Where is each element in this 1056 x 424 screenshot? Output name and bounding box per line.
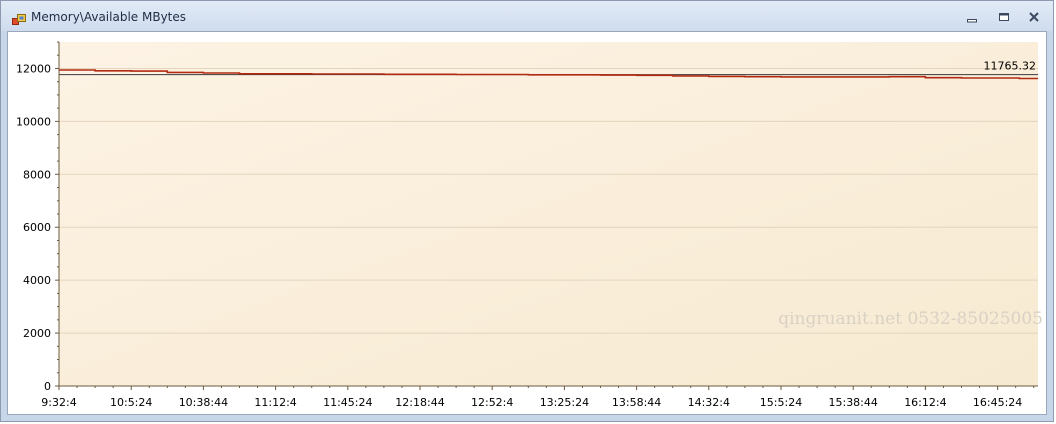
x-tick-label: 16:45:24: [973, 396, 1022, 409]
watermark-text: qingruanit.net 0532-85025005: [778, 309, 1043, 329]
counter-chart-icon: [12, 11, 26, 25]
y-tick-label: 4000: [23, 274, 51, 287]
x-tick-label: 11:45:24: [323, 396, 372, 409]
y-tick-label: 6000: [23, 221, 51, 234]
y-tick-label: 0: [44, 380, 51, 393]
chart-area: 0 2000 4000 6000 8000 10000 12000 9:32:4 10:5:24…: [7, 31, 1047, 415]
x-tick-label: 15:38:44: [828, 396, 877, 409]
performance-window: Memory\Available MBytes 0 2000 4000 6000…: [0, 0, 1054, 422]
window-title: Memory\Available MBytes: [31, 10, 187, 24]
close-icon: [1029, 12, 1039, 22]
title-bar[interactable]: Memory\Available MBytes: [1, 1, 1053, 31]
x-tick-label: 16:12:4: [904, 396, 946, 409]
x-tick-label: 11:12:4: [254, 396, 296, 409]
plot-background: [59, 42, 1038, 386]
y-tick-label: 8000: [23, 168, 51, 181]
maximize-icon: [999, 13, 1009, 21]
x-tick-label: 14:32:4: [688, 396, 730, 409]
maximize-button[interactable]: [995, 9, 1013, 25]
close-button[interactable]: [1025, 9, 1043, 25]
x-tick-label: 12:52:4: [471, 396, 513, 409]
x-tick-label: 13:58:44: [612, 396, 661, 409]
x-tick-label: 13:25:24: [540, 396, 589, 409]
minimize-icon: [967, 19, 977, 23]
x-tick-label: 12:18:44: [395, 396, 444, 409]
y-tick-label: 12000: [16, 62, 51, 75]
x-tick-label: 9:32:4: [41, 396, 76, 409]
y-tick-label: 10000: [16, 115, 51, 128]
reference-label: 11765.32: [984, 60, 1037, 73]
minimize-button[interactable]: [963, 9, 981, 25]
line-chart: 0 2000 4000 6000 8000 10000 12000 9:32:4 10:5:24…: [16, 41, 1043, 409]
x-tick-label: 10:38:44: [179, 396, 228, 409]
x-tick-label: 15:5:24: [760, 396, 802, 409]
x-tick-label: 10:5:24: [110, 396, 152, 409]
y-tick-label: 2000: [23, 327, 51, 340]
